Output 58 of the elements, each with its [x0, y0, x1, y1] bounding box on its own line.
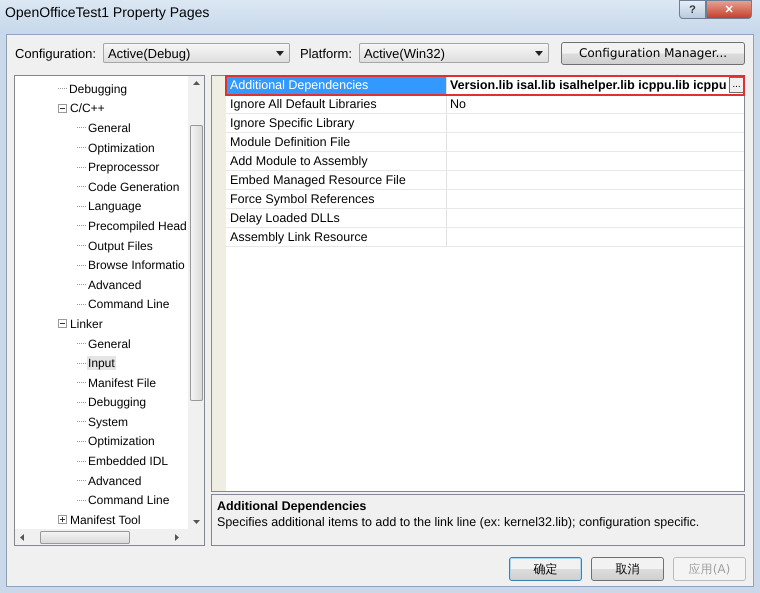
property-value[interactable]: No [447, 97, 744, 111]
property-value[interactable]: Version.lib isal.lib isalhelper.lib icppu.lib icppu [447, 78, 729, 92]
platform-label: Platform: [300, 46, 352, 60]
horizontal-scrollbar[interactable] [15, 529, 204, 545]
collapse-icon[interactable] [58, 104, 67, 113]
collapse-icon[interactable] [58, 319, 67, 328]
dialog-button[interactable]: 确定 [509, 557, 582, 581]
tree-item[interactable]: Browse Informatio [87, 258, 186, 272]
tree-item[interactable]: C/C++ [69, 101, 106, 116]
expand-icon[interactable] [58, 515, 67, 524]
configuration-dropdown[interactable]: Active(Debug) [102, 43, 290, 63]
scroll-left-icon[interactable] [20, 534, 24, 540]
help-button[interactable]: ? [679, 0, 706, 19]
tree-item[interactable]: Precompiled Head [87, 218, 188, 233]
scroll-right-icon[interactable] [175, 534, 179, 540]
tree-item[interactable]: Manifest Tool [69, 512, 142, 527]
vertical-scrollbar[interactable] [188, 76, 204, 529]
tree-item[interactable]: Debugging [87, 395, 148, 410]
description-title: Additional Dependencies [217, 499, 368, 513]
tree-item[interactable]: Code Generation [87, 180, 180, 194]
dropdown-arrow-icon [535, 50, 544, 56]
property-name[interactable]: Module Definition File [226, 133, 447, 151]
scroll-down-icon[interactable] [192, 520, 200, 524]
dialog-button[interactable]: 取消 [591, 557, 664, 581]
window-title: OpenOfficeTest1 Property Pages [4, 3, 210, 20]
tree-item[interactable]: Command Line [87, 297, 170, 312]
tree-item[interactable]: Manifest File [87, 376, 158, 390]
property-name[interactable]: Ignore All Default Libraries [226, 95, 447, 113]
tree-item[interactable]: Linker [69, 316, 104, 331]
tree-item[interactable]: Optimization [87, 140, 156, 155]
property-name[interactable]: Embed Managed Resource File [226, 171, 447, 189]
property-name[interactable]: Ignore Specific Library [226, 114, 447, 132]
property-name[interactable]: Assembly Link Resource [226, 228, 447, 246]
scroll-thumb[interactable] [40, 530, 130, 544]
tree-item[interactable]: Advanced [87, 474, 142, 488]
property-name[interactable]: Force Symbol References [226, 190, 447, 208]
tree-item[interactable]: Output Files [87, 238, 154, 253]
tree-item[interactable]: General [87, 336, 132, 351]
configuration-manager-button[interactable]: Configuration Manager... [561, 42, 746, 64]
edit-button[interactable]: ... [729, 77, 744, 93]
tree-item[interactable]: Advanced [87, 278, 142, 292]
scroll-up-icon[interactable] [192, 81, 200, 85]
description-text: Specifies additional items to add to the link line (ex: kernel32.lib); configuration specific. [217, 515, 700, 529]
tree-item[interactable]: Optimization [87, 434, 156, 448]
tree-item[interactable]: System [87, 414, 130, 429]
tree-item[interactable]: Preprocessor [87, 160, 160, 174]
tree-item[interactable]: Language [87, 199, 142, 214]
property-name[interactable]: Delay Loaded DLLs [226, 209, 447, 227]
configuration-label: Configuration: [15, 46, 96, 60]
tree-item[interactable]: Debugging [68, 82, 128, 96]
platform-dropdown[interactable]: Active(Win32) [359, 43, 550, 63]
scroll-thumb[interactable] [190, 125, 202, 401]
property-name[interactable]: Add Module to Assembly [226, 152, 447, 170]
tree-item[interactable]: Command Line [87, 493, 170, 508]
tree-item[interactable]: General [87, 120, 132, 135]
tree-item[interactable]: Embedded IDL [87, 454, 170, 468]
tree-item[interactable]: Input [87, 356, 116, 370]
dropdown-arrow-icon [276, 50, 284, 56]
